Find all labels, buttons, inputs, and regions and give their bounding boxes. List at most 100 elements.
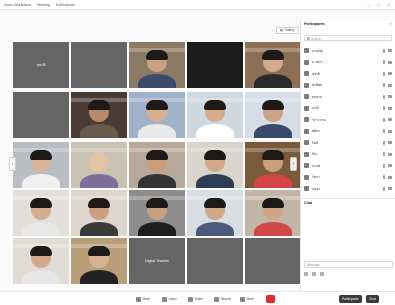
participant-body <box>22 222 60 236</box>
participant-row[interactable]: พรทิพย์ <box>304 82 393 90</box>
video-tile[interactable] <box>71 142 127 188</box>
video-tile[interactable] <box>71 190 127 236</box>
record-button[interactable]: Record <box>214 295 231 303</box>
file-icon[interactable] <box>312 272 316 276</box>
participant-row[interactable]: สมชาย <box>304 93 393 101</box>
video-tile[interactable] <box>13 142 69 188</box>
record-label: Record <box>220 297 231 301</box>
participant-row[interactable]: กิตติ <box>304 139 393 147</box>
video-tile[interactable] <box>129 92 185 138</box>
camera-icon <box>388 187 392 190</box>
video-tile[interactable] <box>71 238 127 284</box>
camera-icon <box>388 83 392 87</box>
participant-row[interactable]: รัตนา <box>304 174 393 182</box>
video-tile[interactable] <box>245 190 301 236</box>
microphone-icon <box>382 163 385 168</box>
video-tile[interactable] <box>187 92 243 138</box>
emoji-icon[interactable] <box>304 272 308 276</box>
participant-row[interactable]: นายณัฐ <box>304 47 393 55</box>
menu-item-app[interactable]: Zoom Workplace <box>4 3 31 7</box>
microphone-icon <box>382 71 385 76</box>
microphone-icon <box>382 106 385 110</box>
maximize-button[interactable]: □ <box>376 2 381 7</box>
grid-icon: ▦ <box>280 28 284 32</box>
participant-body <box>196 174 234 188</box>
participant-name: สุชาติ <box>312 71 320 76</box>
video-tile[interactable]: Digital Teacher <box>129 238 185 284</box>
video-tile[interactable] <box>129 142 185 188</box>
participant-name: พรทิพย์ <box>312 83 322 87</box>
end-meeting-button[interactable] <box>266 295 275 303</box>
participant-row[interactable]: ปิยะ <box>304 151 393 159</box>
participant-body <box>22 174 60 188</box>
video-tile[interactable]: สุชาติ <box>13 42 69 88</box>
video-tile[interactable] <box>71 42 127 88</box>
chat-input[interactable]: Message <box>304 261 393 268</box>
video-tile[interactable] <box>13 238 69 284</box>
share-label: Share <box>194 297 204 301</box>
record-icon <box>214 296 219 302</box>
chat-toggle-button[interactable]: Chat <box>366 295 379 303</box>
menu-item-meeting[interactable]: Meeting <box>37 3 50 7</box>
camera-icon <box>388 106 392 110</box>
camera-icon <box>388 175 392 179</box>
participant-hair <box>204 150 226 161</box>
video-tile[interactable] <box>187 42 243 88</box>
video-tile[interactable] <box>129 42 185 88</box>
close-button[interactable]: × <box>386 2 391 7</box>
participant-name: มานพ <box>312 163 321 168</box>
video-tile[interactable] <box>71 92 127 138</box>
participant-hair <box>88 246 110 257</box>
video-tile[interactable] <box>13 190 69 236</box>
participant-row[interactable]: มานพ <box>304 162 393 170</box>
avatar <box>304 174 309 180</box>
avatar <box>304 59 309 65</box>
menu-item-participants[interactable]: Participants <box>56 3 75 7</box>
video-tile[interactable] <box>187 238 243 284</box>
participant-row[interactable]: นางสาว <box>304 59 393 67</box>
participant-row[interactable]: สุชาติ <box>304 70 393 78</box>
video-button[interactable]: Video <box>162 295 177 303</box>
chat-toolbar <box>304 272 324 276</box>
video-tile[interactable] <box>245 92 301 138</box>
participant-row[interactable]: อนุชา <box>304 185 393 193</box>
gallery-view-button[interactable]: ▦ Gallery <box>276 27 299 34</box>
video-tile[interactable] <box>245 238 301 284</box>
close-panel-icon[interactable]: × <box>390 21 392 26</box>
search-icon <box>306 37 310 40</box>
participant-body <box>196 124 234 138</box>
participant-row[interactable]: อรุณี <box>304 105 393 113</box>
video-tile[interactable] <box>13 92 69 138</box>
mute-label: Mute <box>142 297 150 301</box>
participants-toggle-button[interactable]: Participants <box>339 295 362 303</box>
participant-name: สุชาติ <box>36 63 46 67</box>
video-tile[interactable] <box>187 142 243 188</box>
participant-row[interactable]: ศศิธร <box>304 128 393 136</box>
camera-icon <box>388 152 392 156</box>
camera-icon <box>388 141 392 144</box>
video-tile[interactable] <box>129 190 185 236</box>
participant-body <box>138 74 176 88</box>
share-button[interactable]: Share <box>188 295 203 303</box>
avatar <box>304 117 309 122</box>
participant-row[interactable]: วิภาวรรณ <box>304 116 393 124</box>
camera-icon <box>388 60 392 64</box>
previous-page-arrow[interactable]: ‹ <box>9 157 16 171</box>
participant-hair <box>262 198 284 209</box>
more-button[interactable]: More <box>240 295 254 303</box>
video-tile[interactable] <box>187 190 243 236</box>
video-tile[interactable] <box>245 42 301 88</box>
participant-hair <box>146 198 168 209</box>
avatar <box>304 140 309 145</box>
mute-button[interactable]: Mute <box>136 295 150 303</box>
chat-divider <box>301 198 395 199</box>
screenshot-icon[interactable] <box>320 272 324 276</box>
participant-body <box>138 222 176 236</box>
camera-icon <box>388 118 392 121</box>
next-page-arrow[interactable]: › <box>290 157 297 171</box>
participant-search-input[interactable]: Search <box>304 35 392 41</box>
participant-hair <box>146 50 168 61</box>
minimize-button[interactable]: – <box>366 2 371 7</box>
avatar <box>304 151 309 157</box>
camera-icon <box>388 72 392 75</box>
